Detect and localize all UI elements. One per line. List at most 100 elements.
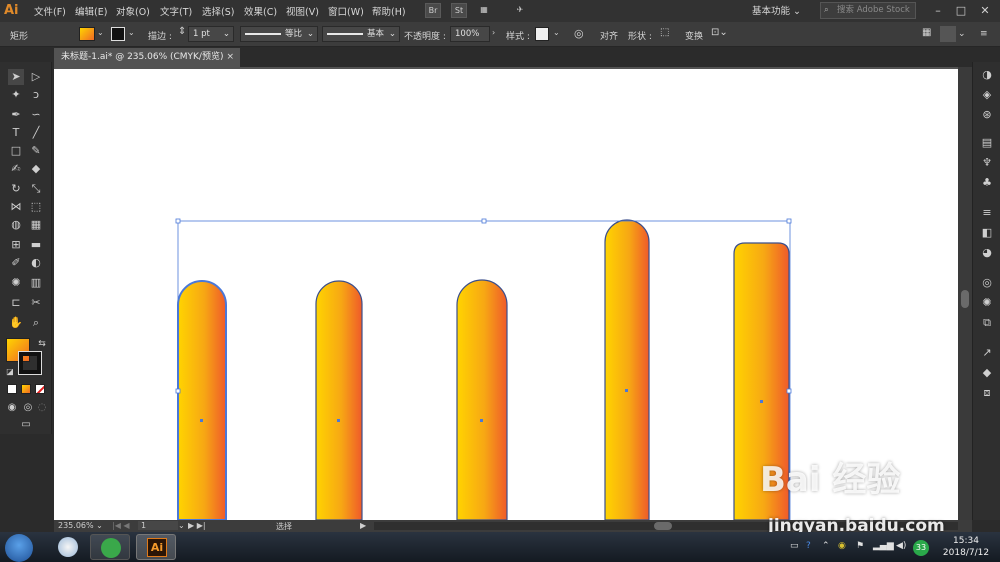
arrange-docs-icon[interactable]: ▦ xyxy=(476,3,492,18)
scale-tool-icon[interactable]: ⤡ xyxy=(28,181,44,197)
brushes-panel-icon[interactable]: ♆ xyxy=(980,156,994,170)
gradient-tool-icon[interactable]: ▬ xyxy=(28,237,44,253)
tray-menu-icon[interactable]: ⌃ xyxy=(822,541,830,551)
slice-tool-icon[interactable]: ✂ xyxy=(28,295,44,311)
swatches-panel-icon[interactable]: ▤ xyxy=(980,136,994,150)
shape-properties-icon[interactable]: ⬚ xyxy=(660,27,669,38)
gradient-panel-icon[interactable]: ◧ xyxy=(980,226,994,240)
network-icon[interactable]: ▂▄▆ xyxy=(873,541,894,551)
bar-4[interactable] xyxy=(604,219,650,520)
default-colors-icon[interactable]: ◪ xyxy=(2,364,18,380)
gpu-performance-icon[interactable]: ✈ xyxy=(512,3,528,18)
stroke-stepper-icon[interactable]: ⇕ xyxy=(178,26,186,37)
menu-object[interactable]: 对象(O) xyxy=(116,4,150,18)
eyedropper-tool-icon[interactable]: ✐ xyxy=(8,255,24,271)
shaper-tool-icon[interactable]: ✍ xyxy=(8,161,24,177)
color-guide-icon[interactable]: ◈ xyxy=(980,88,994,102)
artboard-number-field[interactable]: 1 xyxy=(138,521,178,530)
panel-dropdown-icon[interactable]: ⌄ xyxy=(958,29,966,39)
width-tool-icon[interactable]: ⋈ xyxy=(8,199,24,215)
menu-help[interactable]: 帮助(H) xyxy=(372,4,406,18)
horizontal-scroll-thumb[interactable] xyxy=(654,522,672,530)
arrange-icon[interactable]: ▦ xyxy=(922,27,931,38)
color-mode-icon[interactable] xyxy=(7,384,17,394)
recolor-icon[interactable]: ◎ xyxy=(574,27,584,40)
stroke-panel-icon[interactable]: ≡ xyxy=(980,206,994,220)
draw-inside-icon[interactable]: ◌ xyxy=(34,400,50,416)
bridge-button[interactable]: Br xyxy=(425,3,441,18)
next-artboard-icon[interactable]: ▶ ▶| xyxy=(188,521,206,530)
bar-2[interactable] xyxy=(315,280,363,520)
zoom-level-field[interactable]: 235.06% ⌄ xyxy=(58,521,103,530)
tray-badge[interactable]: 33 xyxy=(913,540,929,556)
symbol-sprayer-tool-icon[interactable]: ✺ xyxy=(8,275,24,291)
swap-colors-icon[interactable]: ⇆ xyxy=(34,336,50,352)
tray-help-icon[interactable]: ? xyxy=(806,541,811,551)
minimize-button[interactable]: – xyxy=(928,2,948,19)
appearance-panel-icon[interactable]: ◎ xyxy=(980,276,994,290)
align-button[interactable]: 对齐 xyxy=(600,29,618,42)
stock-button[interactable]: St xyxy=(451,3,467,18)
taskbar-illustrator[interactable]: Ai xyxy=(136,534,176,560)
brush-definition[interactable]: 基本 ⌄ xyxy=(322,26,400,42)
maximize-button[interactable]: □ xyxy=(951,2,971,19)
close-window-button[interactable]: ✕ xyxy=(975,2,995,19)
workspace-switcher[interactable]: 基本功能 ⌄ xyxy=(752,3,801,17)
rotate-tool-icon[interactable]: ↻ xyxy=(8,181,24,197)
taskbar-paint-app[interactable] xyxy=(48,534,88,560)
menu-type[interactable]: 文字(T) xyxy=(160,4,192,18)
vertical-scroll-thumb[interactable] xyxy=(961,290,969,308)
start-button[interactable] xyxy=(5,534,33,562)
tray-keyboard-icon[interactable]: ▭ xyxy=(790,541,799,551)
variable-width-profile[interactable]: 等比 ⌄ xyxy=(240,26,318,42)
stroke-weight-field[interactable]: 1 pt ⌄ xyxy=(188,26,234,42)
free-transform-tool-icon[interactable]: ⬚ xyxy=(28,199,44,215)
panel-toggle-icon[interactable] xyxy=(940,26,956,42)
magic-wand-tool-icon[interactable]: ✦ xyxy=(8,87,24,103)
bar-1[interactable] xyxy=(177,280,227,520)
draw-normal-icon[interactable]: ◉ xyxy=(4,400,20,416)
artboard-tool-icon[interactable]: ⊏ xyxy=(8,295,24,311)
cc-libraries-icon[interactable]: ⊛ xyxy=(980,108,994,122)
mesh-tool-icon[interactable]: ⊞ xyxy=(8,237,24,253)
menu-edit[interactable]: 编辑(E) xyxy=(75,4,107,18)
bar-3[interactable] xyxy=(456,279,508,520)
artboards-panel-icon[interactable]: ⧈ xyxy=(980,386,994,400)
zoom-tool-icon[interactable]: ⌕ xyxy=(28,315,44,331)
layers-panel-icon[interactable]: ◆ xyxy=(980,366,994,380)
stroke-dropdown-icon[interactable]: ⌄ xyxy=(128,28,135,37)
volume-icon[interactable]: ◀) xyxy=(896,541,906,551)
menu-window[interactable]: 窗口(W) xyxy=(328,4,364,18)
isolate-icon[interactable]: ⊡⌄ xyxy=(711,27,728,38)
menu-select[interactable]: 选择(S) xyxy=(202,4,234,18)
none-mode-icon[interactable] xyxy=(35,384,45,394)
eraser-tool-icon[interactable]: ◆ xyxy=(28,161,44,177)
opacity-arrow-icon[interactable]: › xyxy=(492,28,495,37)
curvature-tool-icon[interactable]: ∽ xyxy=(28,107,44,123)
perspective-grid-tool-icon[interactable]: ▦ xyxy=(28,217,44,233)
vertical-scrollbar[interactable] xyxy=(958,67,972,520)
taskbar-green-app[interactable] xyxy=(90,534,130,560)
close-tab-icon[interactable]: × xyxy=(226,48,234,67)
selection-tool-icon[interactable]: ➤ xyxy=(8,69,24,85)
graphic-styles-icon[interactable]: ✺ xyxy=(980,296,994,310)
blend-tool-icon[interactable]: ◐ xyxy=(28,255,44,271)
artboard-dropdown-icon[interactable]: ⌄ xyxy=(178,521,185,530)
tray-security-icon[interactable]: ◉ xyxy=(838,541,846,551)
first-artboard-icon[interactable]: |◀ ◀ xyxy=(112,521,130,530)
pen-tool-icon[interactable]: ✒ xyxy=(8,107,24,123)
export-panel-icon[interactable]: ↗ xyxy=(980,346,994,360)
hand-tool-icon[interactable]: ✋ xyxy=(8,315,24,331)
status-menu-icon[interactable]: ▶ xyxy=(360,521,366,530)
fill-dropdown-icon[interactable]: ⌄ xyxy=(97,28,104,37)
transparency-panel-icon[interactable]: ◕ xyxy=(980,246,994,260)
stroke-color-box[interactable] xyxy=(18,351,42,375)
shape-builder-tool-icon[interactable]: ◍ xyxy=(8,217,24,233)
stock-search-field[interactable]: ⌕ 搜索 Adobe Stock xyxy=(820,2,916,19)
screen-mode-icon[interactable]: ▭ xyxy=(18,417,34,433)
type-tool-icon[interactable]: T xyxy=(8,125,24,141)
transform-button[interactable]: 变换 xyxy=(685,29,703,42)
style-dropdown-icon[interactable]: ⌄ xyxy=(553,28,560,37)
menu-view[interactable]: 视图(V) xyxy=(286,4,319,18)
graphic-style-swatch[interactable] xyxy=(535,27,549,41)
